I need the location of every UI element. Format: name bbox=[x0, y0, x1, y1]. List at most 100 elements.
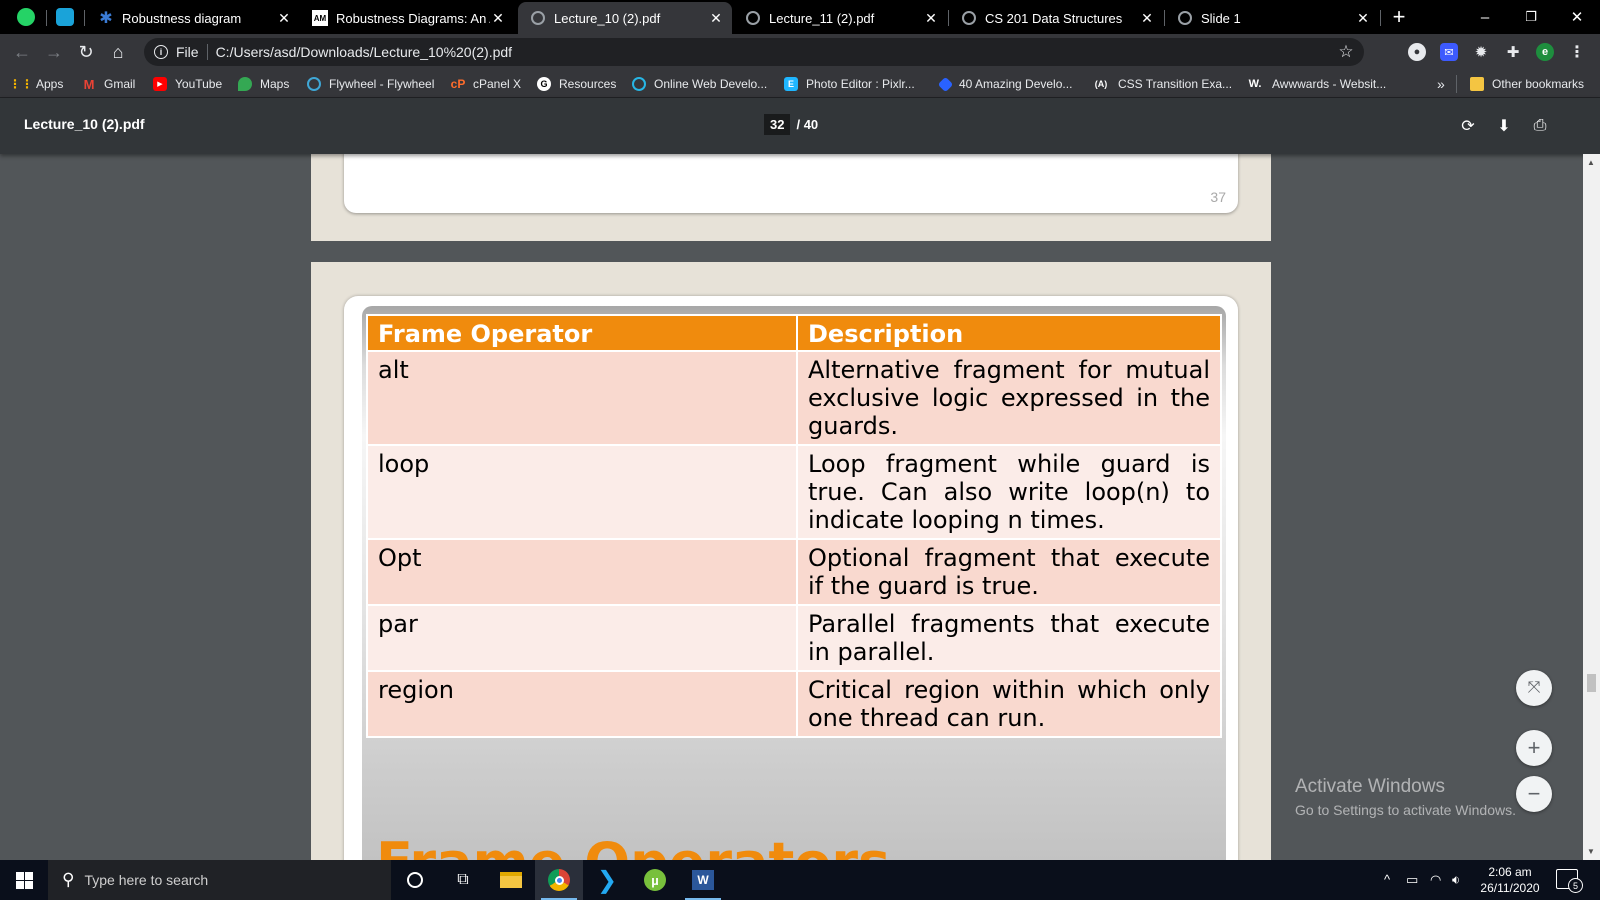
task-view-button[interactable]: ⧉ bbox=[439, 860, 487, 900]
word-app[interactable]: W bbox=[679, 860, 727, 900]
print-icon[interactable]: ⎙ bbox=[1528, 114, 1552, 138]
close-tab-icon[interactable]: ✕ bbox=[708, 10, 724, 26]
tab-cs201-data-structures[interactable]: CS 201 Data Structures ✕ bbox=[949, 2, 1163, 34]
close-tab-icon[interactable]: ✕ bbox=[276, 10, 292, 26]
tab-lecture-11[interactable]: Lecture_11 (2).pdf ✕ bbox=[733, 2, 947, 34]
start-button[interactable] bbox=[0, 860, 48, 900]
bookmark-label: CSS Transition Exa... bbox=[1118, 77, 1233, 91]
pdf-viewer[interactable]: 37 Frame Operator Description alt Altern… bbox=[0, 154, 1600, 860]
bookmark-online-web-dev[interactable]: Online Web Develo... bbox=[632, 74, 767, 94]
profile-avatar[interactable]: e bbox=[1536, 43, 1554, 61]
search-icon: ⚲ bbox=[62, 870, 75, 889]
windows-taskbar: ⚲ Type here to search ⧉ ❯ µ W ^ ▭ ◠ 🔉︎ 2… bbox=[0, 860, 1600, 900]
omnibox-separator bbox=[206, 44, 208, 60]
bookmark-pixlr[interactable]: E Photo Editor : Pixlr... bbox=[784, 74, 915, 94]
info-icon[interactable]: i bbox=[154, 45, 168, 59]
whatsapp-pinned-tab-icon[interactable] bbox=[17, 8, 35, 26]
bookmarks-overflow-button[interactable]: » bbox=[1437, 74, 1445, 94]
url-text[interactable]: C:/Users/asd/Downloads/Lecture_10%20(2).… bbox=[216, 44, 1332, 60]
tab-separator bbox=[46, 10, 47, 26]
bookmark-gmail[interactable]: M Gmail bbox=[82, 74, 136, 94]
new-tab-button[interactable]: + bbox=[1376, 0, 1422, 34]
cortana-button[interactable] bbox=[391, 860, 439, 900]
bookmark-apps[interactable]: ⋮⋮ Apps bbox=[9, 74, 63, 94]
bookmark-star-icon[interactable]: ☆ bbox=[1332, 42, 1360, 62]
zoom-in-button[interactable]: + bbox=[1516, 730, 1552, 766]
chrome-app[interactable] bbox=[535, 860, 583, 900]
close-tab-icon[interactable]: ✕ bbox=[1139, 10, 1155, 26]
description-cell: Parallel fragments that execute in paral… bbox=[796, 604, 1222, 672]
bookmark-resources[interactable]: G Resources bbox=[537, 74, 616, 94]
scheme-label: File bbox=[176, 44, 199, 60]
file-explorer-app[interactable] bbox=[487, 860, 535, 900]
bookmark-flywheel[interactable]: Flywheel - Flywheel bbox=[307, 74, 434, 94]
clock-time: 2:06 am bbox=[1488, 865, 1532, 879]
close-tab-icon[interactable]: ✕ bbox=[1355, 10, 1371, 26]
tab-title: Slide 1 bbox=[1201, 10, 1241, 26]
tab-robustness-diagram[interactable]: ✱ Robustness diagram ✕ bbox=[86, 2, 300, 34]
extensions-puzzle-icon[interactable]: ✚ bbox=[1504, 43, 1522, 61]
slide-card: 37 bbox=[344, 154, 1238, 213]
download-icon[interactable]: ⬇ bbox=[1492, 114, 1516, 138]
bookmark-label: YouTube bbox=[175, 77, 223, 91]
other-bookmarks-folder[interactable]: Other bookmarks bbox=[1470, 74, 1584, 94]
bookmark-maps[interactable]: Maps bbox=[238, 74, 289, 94]
extension-icon[interactable]: ● bbox=[1408, 43, 1426, 61]
tab-slide-1[interactable]: Slide 1 ✕ bbox=[1165, 2, 1379, 34]
current-page-input[interactable]: 32 bbox=[764, 114, 791, 135]
back-button[interactable]: ← bbox=[8, 38, 36, 66]
tab-title: Lecture_11 (2).pdf bbox=[769, 10, 875, 26]
tab-title: Robustness diagram bbox=[122, 10, 242, 26]
bookmark-40-amazing[interactable]: 40 Amazing Develo... bbox=[937, 74, 1072, 94]
address-bar[interactable]: i File C:/Users/asd/Downloads/Lecture_10… bbox=[144, 38, 1364, 66]
show-hidden-icons-button[interactable]: ^ bbox=[1384, 872, 1390, 887]
scroll-thumb[interactable] bbox=[1587, 674, 1596, 692]
operator-cell: par bbox=[366, 604, 798, 672]
utorrent-app[interactable]: µ bbox=[631, 860, 679, 900]
gear-extension-icon[interactable]: ✹ bbox=[1472, 43, 1490, 61]
pdf-toolbar: Lecture_10 (2).pdf 32 / 40 ⟳ ⬇ ⎙ bbox=[0, 98, 1600, 154]
bookmark-cpanel[interactable]: cP cPanel X bbox=[451, 74, 521, 94]
rotate-icon[interactable]: ⟳ bbox=[1456, 114, 1480, 138]
close-tab-icon[interactable]: ✕ bbox=[923, 10, 939, 26]
tab-robustness-diagrams-agile[interactable]: AM Robustness Diagrams: An Ag ✕ bbox=[300, 2, 514, 34]
bookmark-label: Awwwards - Websit... bbox=[1272, 77, 1387, 91]
messenger-extension-icon[interactable]: ✉ bbox=[1440, 43, 1458, 61]
taskbar-search-box[interactable]: ⚲ Type here to search bbox=[48, 860, 391, 900]
system-clock[interactable]: 2:06 am 26/11/2020 bbox=[1474, 864, 1546, 896]
slide-heading: Frame Operators bbox=[376, 831, 890, 860]
table-row: Opt Optional fragment that execute if th… bbox=[366, 538, 1222, 606]
bookmark-label: Online Web Develo... bbox=[654, 77, 768, 91]
table-row: alt Alternative fragment for mutual excl… bbox=[366, 350, 1222, 446]
volume-icon[interactable]: 🔉︎ bbox=[1452, 872, 1460, 888]
close-window-button[interactable]: ✕ bbox=[1554, 0, 1600, 34]
vertical-scrollbar[interactable]: ▲ ▼ bbox=[1583, 154, 1600, 860]
zoom-out-button[interactable]: − bbox=[1516, 776, 1552, 812]
tab-strip: ✱ Robustness diagram ✕ AM Robustness Dia… bbox=[0, 0, 1600, 34]
battery-icon[interactable]: ▭ bbox=[1406, 872, 1418, 888]
bookmark-youtube[interactable]: ▶ YouTube bbox=[153, 74, 222, 94]
pdf-page-current: Frame Operator Description alt Alternati… bbox=[311, 262, 1271, 860]
globe-icon bbox=[961, 10, 977, 26]
bookmark-label: Resources bbox=[559, 77, 617, 91]
bookmark-awwwards[interactable]: W. Awwwards - Websit... bbox=[1246, 74, 1387, 94]
restore-button[interactable]: ❐ bbox=[1508, 0, 1554, 34]
vscode-app[interactable]: ❯ bbox=[583, 860, 631, 900]
home-button[interactable]: ⌂ bbox=[104, 38, 132, 66]
tab-lecture-10[interactable]: Lecture_10 (2).pdf ✕ bbox=[518, 2, 732, 34]
scroll-down-arrow-icon[interactable]: ▼ bbox=[1587, 847, 1595, 856]
chrome-icon bbox=[548, 869, 570, 891]
close-tab-icon[interactable]: ✕ bbox=[490, 10, 506, 26]
minimize-button[interactable]: – bbox=[1462, 0, 1508, 34]
wifi-icon[interactable]: ◠ bbox=[1430, 872, 1441, 888]
bookmark-css-transition[interactable]: (A) CSS Transition Exa... bbox=[1092, 74, 1232, 94]
fit-to-page-button[interactable]: ⤧ bbox=[1516, 670, 1552, 706]
slide: Frame Operator Description alt Alternati… bbox=[362, 306, 1226, 860]
folder-icon bbox=[1470, 77, 1484, 91]
pinned-tab-icon[interactable] bbox=[56, 8, 74, 26]
scroll-up-arrow-icon[interactable]: ▲ bbox=[1587, 158, 1595, 167]
forward-button[interactable]: → bbox=[40, 38, 68, 66]
menu-kebab-icon[interactable]: ⋮ bbox=[1568, 43, 1586, 61]
bookmark-label: Flywheel - Flywheel bbox=[329, 77, 435, 91]
reload-button[interactable]: ↻ bbox=[72, 38, 100, 66]
